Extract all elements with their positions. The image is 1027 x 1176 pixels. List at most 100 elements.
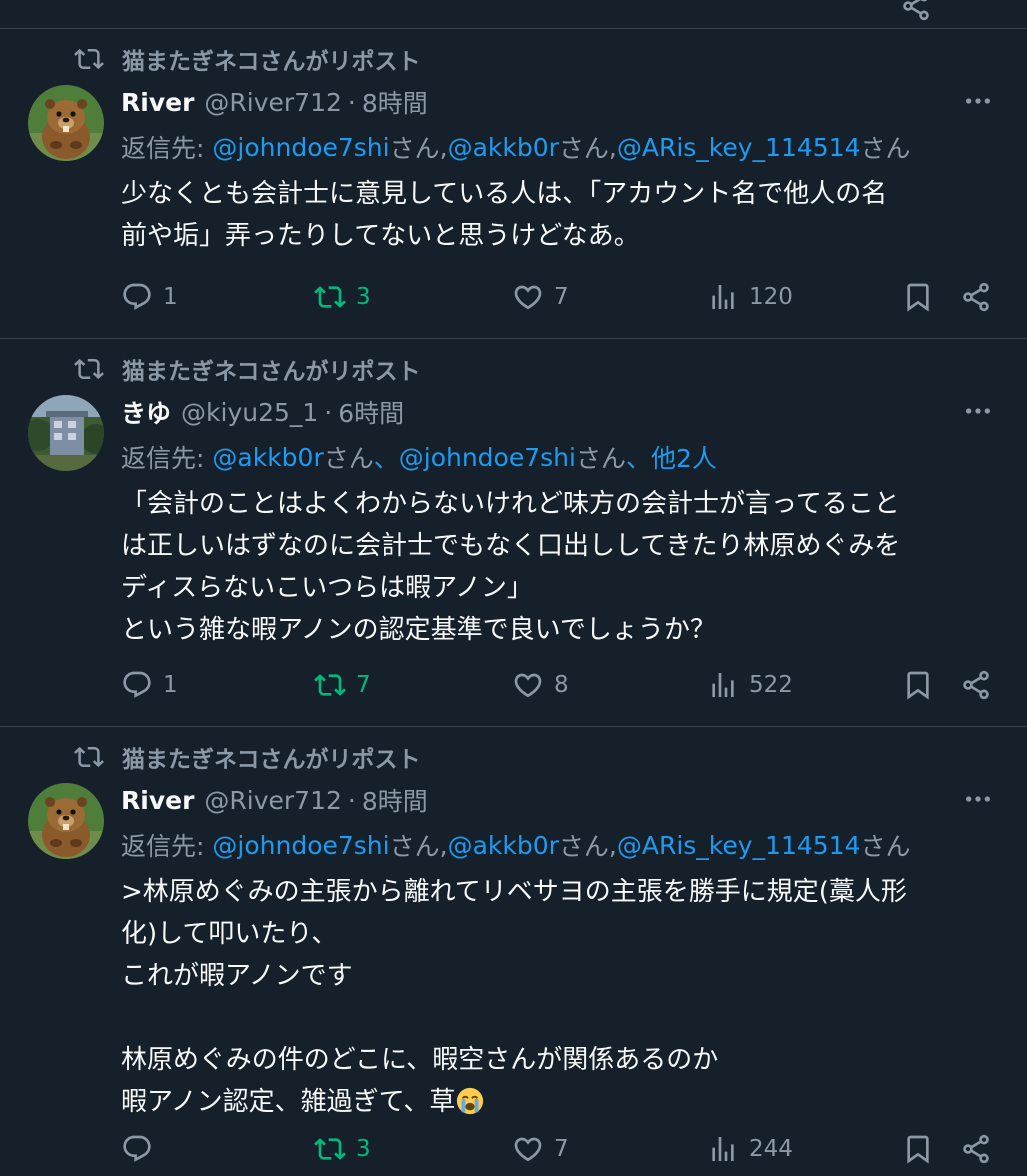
reply-button[interactable]: 1 — [121, 277, 178, 317]
repost-icon — [314, 1133, 346, 1165]
mention-link[interactable]: @johndoe7shi — [212, 831, 389, 860]
share-button[interactable] — [960, 665, 992, 705]
tweet-header: きゆ @kiyu25_1 · 6時間 — [121, 394, 404, 430]
like-icon — [512, 1133, 544, 1165]
like-button[interactable]: 8 — [512, 665, 569, 705]
separator: 、 — [625, 444, 651, 473]
more-icon — [962, 395, 994, 427]
tweet-text: 少なくとも会計士に意見している人は、「アカウント名で他人の名 前や垢」弄ったりし… — [121, 179, 888, 251]
view-count: 522 — [749, 672, 793, 698]
display-name[interactable]: きゆ — [121, 394, 171, 430]
more-options-button[interactable] — [956, 396, 1000, 426]
bookmark-icon — [902, 669, 934, 701]
views-button[interactable]: 522 — [707, 665, 793, 705]
honorific: さん — [575, 444, 626, 473]
display-name[interactable]: River — [121, 786, 194, 815]
reply-icon — [121, 281, 153, 313]
avatar[interactable] — [28, 395, 104, 471]
bookmark-icon — [902, 1133, 934, 1165]
repost-icon — [314, 281, 346, 313]
like-icon — [512, 669, 544, 701]
like-count: 7 — [554, 284, 569, 310]
mention-link[interactable]: @johndoe7shi — [399, 443, 576, 472]
honorific: さん — [558, 832, 609, 861]
views-icon — [707, 1133, 739, 1165]
reply-context: 返信先: @akkb0r さん、 @johndoe7shi さん、他2人 — [121, 439, 717, 475]
views-icon — [707, 669, 739, 701]
bookmark-button[interactable] — [902, 665, 934, 705]
repost-text: 猫またぎネコさんがリポスト — [122, 747, 421, 773]
repost-button[interactable]: 3 — [314, 1129, 371, 1169]
honorific: さん — [558, 134, 609, 163]
repost-icon — [74, 354, 104, 384]
tweet-text: 「会計のことはよくわからないけれど味方の会計士が言ってること は正しいはずなのに… — [121, 489, 901, 645]
like-button[interactable]: 7 — [512, 1129, 569, 1169]
repost-indicator: 猫またぎネコさんがリポスト — [74, 741, 421, 773]
mention-link[interactable]: @ARis_key_114514 — [617, 831, 861, 860]
like-count: 7 — [554, 1136, 569, 1162]
tweet[interactable]: 猫またぎネコさんがリポスト River @River712 · 8時間 返信先:… — [0, 727, 1027, 1176]
like-button[interactable]: 7 — [512, 277, 569, 317]
repost-text: 猫またぎネコさんがリポスト — [122, 359, 421, 385]
bookmark-button[interactable] — [902, 277, 934, 317]
share-icon — [960, 1133, 992, 1165]
tweet-text-content: >林原めぐみの主張から離れてリベサヨの主張を勝手に規定(藁人形 化)して叩いたり… — [121, 877, 907, 1117]
timestamp[interactable]: 8時間 — [362, 84, 428, 120]
user-handle[interactable]: @kiyu25_1 — [181, 398, 318, 427]
separator: , — [439, 830, 448, 860]
reply-prefix: 返信先: — [121, 832, 205, 861]
views-button[interactable]: 120 — [707, 277, 793, 317]
repost-count: 3 — [356, 1136, 371, 1162]
timestamp[interactable]: 6時間 — [338, 394, 404, 430]
previous-tweet-remnant — [0, 0, 1027, 29]
honorific: さん — [389, 832, 440, 861]
view-count: 244 — [749, 1136, 793, 1162]
separator-dot: · — [324, 397, 333, 427]
honorific: さん — [860, 134, 911, 163]
mention-link[interactable]: @ARis_key_114514 — [617, 133, 861, 162]
share-icon — [960, 281, 992, 313]
more-options-button[interactable] — [956, 784, 1000, 814]
tweet-header: River @River712 · 8時間 — [121, 782, 428, 818]
bookmark-icon — [902, 281, 934, 313]
mention-link[interactable]: @akkb0r — [448, 831, 559, 860]
mention-link[interactable]: @akkb0r — [212, 443, 323, 472]
view-count: 120 — [749, 284, 793, 310]
repost-text: 猫またぎネコさんがリポスト — [122, 49, 421, 75]
repost-button[interactable]: 3 — [314, 277, 371, 317]
repost-count: 3 — [356, 284, 371, 310]
user-handle[interactable]: @River712 — [204, 88, 342, 117]
others-link[interactable]: 他2人 — [651, 439, 717, 475]
mention-link[interactable]: @akkb0r — [448, 133, 559, 162]
timestamp[interactable]: 8時間 — [362, 782, 428, 818]
bookmark-button[interactable] — [902, 1129, 934, 1169]
reply-count: 1 — [163, 284, 178, 310]
user-handle[interactable]: @River712 — [204, 786, 342, 815]
honorific: さん — [323, 444, 374, 473]
tweet[interactable]: 猫またぎネコさんがリポスト きゆ @kiyu25_1 · 6時間 返信先: @a… — [0, 339, 1027, 727]
reply-icon — [121, 1133, 153, 1165]
reply-context: 返信先: @johndoe7shi さん, @akkb0r さん, @ARis_ke… — [121, 827, 911, 863]
repost-icon — [74, 742, 104, 772]
reply-context: 返信先: @johndoe7shi さん, @akkb0r さん, @ARis_ke… — [121, 129, 911, 165]
reply-prefix: 返信先: — [121, 444, 205, 473]
separator-dot: · — [347, 87, 356, 117]
separator: , — [608, 830, 617, 860]
display-name[interactable]: River — [121, 88, 194, 117]
mention-link[interactable]: @johndoe7shi — [212, 133, 389, 162]
honorific: さん — [389, 134, 440, 163]
views-button[interactable]: 244 — [707, 1129, 793, 1169]
share-button[interactable] — [960, 277, 992, 317]
avatar[interactable] — [28, 783, 104, 859]
repost-button[interactable]: 7 — [314, 665, 371, 705]
tweet[interactable]: 猫またぎネコさんがリポスト River @River712 · 8時間 返信先:… — [0, 29, 1027, 339]
avatar[interactable] — [28, 85, 104, 161]
reply-button[interactable]: 1 — [121, 665, 178, 705]
reply-icon — [121, 669, 153, 701]
reply-button[interactable] — [121, 1129, 163, 1169]
views-icon — [707, 281, 739, 313]
share-button[interactable] — [960, 1129, 992, 1169]
repost-indicator: 猫またぎネコさんがリポスト — [74, 43, 421, 75]
share-icon[interactable] — [900, 0, 932, 26]
more-options-button[interactable] — [956, 86, 1000, 116]
